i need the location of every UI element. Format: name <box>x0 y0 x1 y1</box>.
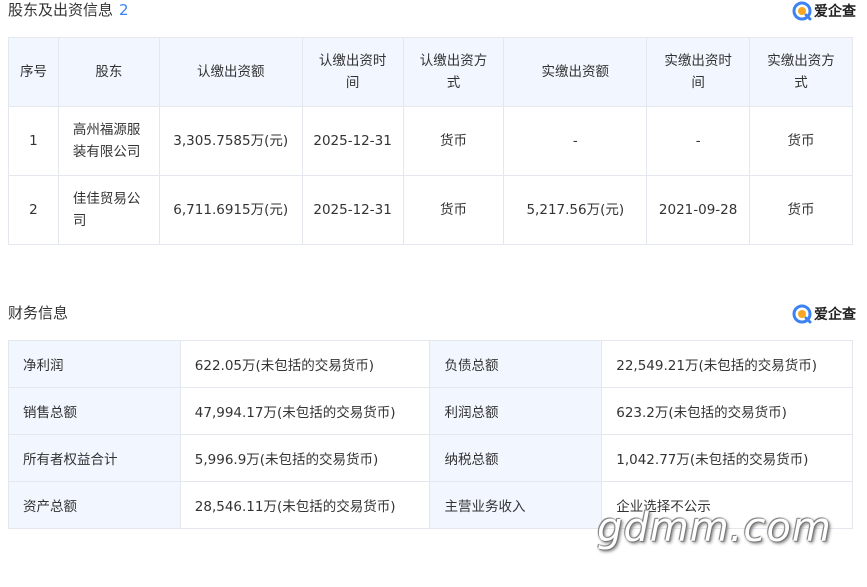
subscribed-amount: 6,711.6915万(元) <box>158 175 303 245</box>
table-row: 销售总额 47,994.17万(未包括的交易货币) 利润总额 623.2万(未包… <box>8 387 853 435</box>
col-header-paid-amount: 实缴出资额 <box>503 37 648 107</box>
aiqicha-icon <box>792 304 812 324</box>
aiqicha-brand-text: 爱企查 <box>814 307 856 323</box>
table-row: 净利润 622.05万(未包括的交易货币) 负债总额 22,549.21万(未包… <box>8 340 853 388</box>
subscribed-amount: 3,305.7585万(元) <box>158 106 303 176</box>
paid-time: 2021-09-28 <box>646 175 751 245</box>
finance-label: 资产总额 <box>8 481 181 529</box>
finance-section-title: 财务信息 <box>8 304 69 322</box>
site-watermark: gdmm.com <box>597 505 832 551</box>
col-header-shareholder: 股东 <box>57 37 160 107</box>
finance-label: 纳税总额 <box>429 434 603 482</box>
finance-table: 净利润 622.05万(未包括的交易货币) 负债总额 22,549.21万(未包… <box>8 340 853 529</box>
finance-label: 利润总额 <box>429 387 603 435</box>
shareholders-section-header: 股东及出资信息 2 爱企查 <box>8 0 856 22</box>
finance-value: 22,549.21万(未包括的交易货币) <box>601 340 853 388</box>
aiqicha-icon <box>792 1 812 21</box>
finance-value: 623.2万(未包括的交易货币) <box>601 387 853 435</box>
shareholder-name-link[interactable]: 高州福源服装有限公司 <box>57 106 160 176</box>
aiqicha-logo[interactable]: 爱企查 <box>792 303 856 325</box>
row-index: 2 <box>8 175 59 245</box>
paid-amount: 5,217.56万(元) <box>503 175 648 245</box>
col-header-paid-method: 实缴出资方式 <box>749 37 853 107</box>
paid-time: - <box>646 106 751 176</box>
finance-value: 47,994.17万(未包括的交易货币) <box>179 387 431 435</box>
subscribed-time: 2025-12-31 <box>301 106 404 176</box>
finance-label: 所有者权益合计 <box>8 434 181 482</box>
shareholder-name-link[interactable]: 佳佳贸易公司 <box>57 175 160 245</box>
finance-value: 1,042.77万(未包括的交易货币) <box>601 434 853 482</box>
subscribed-method: 货币 <box>402 175 505 245</box>
col-header-paid-time: 实缴出资时间 <box>646 37 751 107</box>
aiqicha-logo[interactable]: 爱企查 <box>792 0 856 22</box>
section-title-text: 股东及出资信息 <box>8 1 114 19</box>
shareholders-table: 序号 股东 认缴出资额 认缴出资时间 认缴出资方式 实缴出资额 实缴出资时间 实… <box>8 37 853 245</box>
finance-value: 5,996.9万(未包括的交易货币) <box>179 434 431 482</box>
table-row: 所有者权益合计 5,996.9万(未包括的交易货币) 纳税总额 1,042.77… <box>8 434 853 482</box>
finance-value: 28,546.11万(未包括的交易货币) <box>179 481 431 529</box>
col-header-subscribed-time: 认缴出资时间 <box>301 37 404 107</box>
col-header-subscribed-method: 认缴出资方式 <box>402 37 505 107</box>
subscribed-method: 货币 <box>402 106 505 176</box>
paid-amount: - <box>503 106 648 176</box>
aiqicha-brand-text: 爱企查 <box>814 4 856 20</box>
subscribed-time: 2025-12-31 <box>301 175 404 245</box>
shareholder-count: 2 <box>119 1 129 19</box>
finance-label: 销售总额 <box>8 387 181 435</box>
row-index: 1 <box>8 106 59 176</box>
paid-method: 货币 <box>749 106 853 176</box>
col-header-index: 序号 <box>8 37 59 107</box>
finance-label: 主营业务收入 <box>429 481 603 529</box>
finance-value: 622.05万(未包括的交易货币) <box>179 340 431 388</box>
finance-section-header: 财务信息 爱企查 <box>8 303 856 325</box>
finance-label: 净利润 <box>8 340 181 388</box>
table-row: 1 高州福源服装有限公司 3,305.7585万(元) 2025-12-31 货… <box>8 106 853 176</box>
shareholders-section-title: 股东及出资信息 2 <box>8 0 129 20</box>
table-row: 2 佳佳贸易公司 6,711.6915万(元) 2025-12-31 货币 5,… <box>8 175 853 245</box>
paid-method: 货币 <box>749 175 853 245</box>
table-header-row: 序号 股东 认缴出资额 认缴出资时间 认缴出资方式 实缴出资额 实缴出资时间 实… <box>8 37 853 107</box>
finance-label: 负债总额 <box>429 340 603 388</box>
col-header-subscribed-amount: 认缴出资额 <box>158 37 303 107</box>
